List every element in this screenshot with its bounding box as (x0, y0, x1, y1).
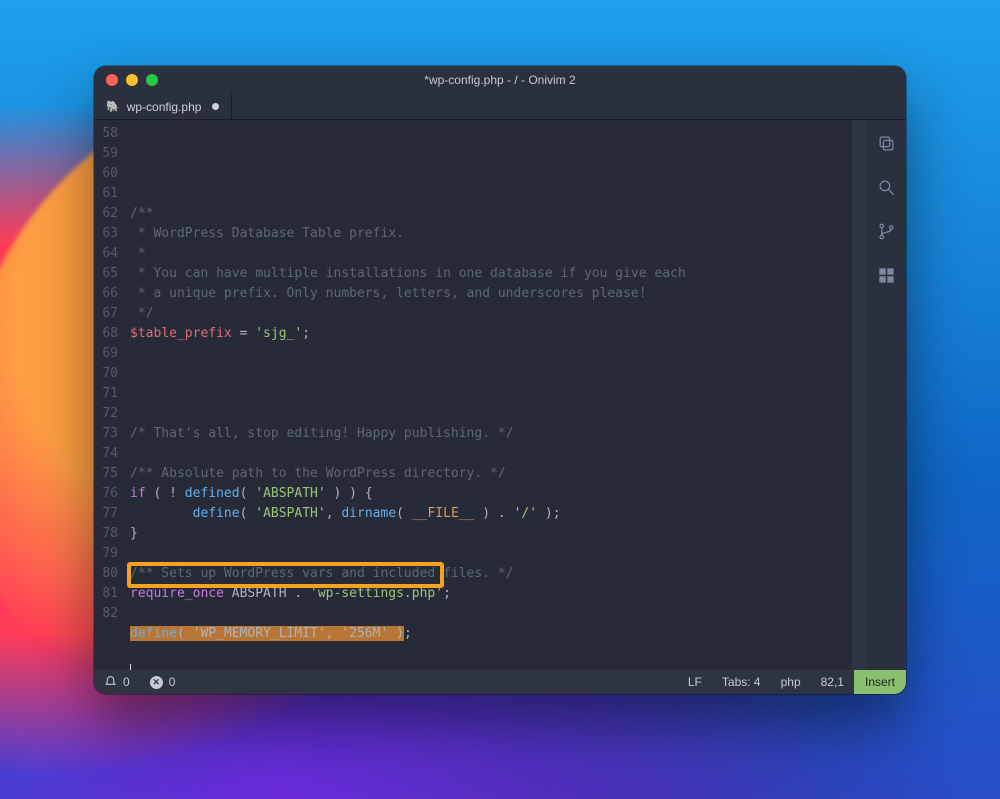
code-line[interactable]: define( 'ABSPATH', dirname( __FILE__ ) .… (130, 504, 852, 524)
titlebar[interactable]: *wp-config.php - / - Onivim 2 (94, 66, 906, 94)
status-errors[interactable]: ✕ 0 (140, 675, 186, 689)
code-line[interactable]: */ (130, 304, 852, 324)
tab-label: wp-config.php (127, 100, 202, 114)
search-icon[interactable] (877, 178, 896, 202)
code-line[interactable]: require_once ABSPATH . 'wp-settings.php'… (130, 584, 852, 604)
code-line[interactable]: * (130, 244, 852, 264)
bell-count: 0 (123, 675, 130, 689)
code-line[interactable] (130, 604, 852, 624)
code-line[interactable] (130, 404, 852, 424)
code-line[interactable] (130, 644, 852, 664)
code-line[interactable] (130, 184, 852, 204)
maximize-button[interactable] (146, 74, 158, 86)
code-line[interactable]: /** Absolute path to the WordPress direc… (130, 464, 852, 484)
code-line[interactable] (130, 544, 852, 564)
minimize-button[interactable] (126, 74, 138, 86)
code-line[interactable] (130, 664, 852, 670)
code-line[interactable]: } (130, 524, 852, 544)
bell-icon (104, 674, 117, 690)
error-count: 0 (169, 675, 176, 689)
code-line[interactable] (130, 364, 852, 384)
php-filetype-icon: 🐘 (106, 100, 120, 113)
code-line[interactable]: * WordPress Database Table prefix. (130, 224, 852, 244)
status-tabs[interactable]: Tabs: 4 (712, 675, 771, 689)
window-title: *wp-config.php - / - Onivim 2 (94, 73, 906, 87)
code-line[interactable]: if ( ! defined( 'ABSPATH' ) ) { (130, 484, 852, 504)
line-number-gutter: 5859606162636465666768697071727374757677… (94, 120, 124, 670)
editor-area[interactable]: 5859606162636465666768697071727374757677… (94, 120, 866, 670)
activity-bar (866, 120, 906, 670)
code-line[interactable]: /** (130, 204, 852, 224)
tab-wp-config[interactable]: 🐘 wp-config.php (94, 94, 232, 119)
code-content[interactable]: /** * WordPress Database Table prefix. *… (124, 120, 852, 670)
branch-icon[interactable] (877, 222, 896, 246)
tab-modified-indicator (212, 103, 219, 110)
status-position[interactable]: 82,1 (811, 675, 854, 689)
code-line[interactable]: * a unique prefix. Only numbers, letters… (130, 284, 852, 304)
error-icon: ✕ (150, 676, 163, 689)
window-controls (94, 74, 158, 86)
code-line[interactable] (130, 344, 852, 364)
desktop-wallpaper: *wp-config.php - / - Onivim 2 🐘 wp-confi… (0, 0, 1000, 799)
code-line[interactable] (130, 384, 852, 404)
status-notifications[interactable]: 0 (94, 674, 140, 690)
status-language[interactable]: php (771, 675, 811, 689)
code-line[interactable]: $table_prefix = 'sjg_'; (130, 324, 852, 344)
code-line[interactable]: /** Sets up WordPress vars and included … (130, 564, 852, 584)
status-mode[interactable]: Insert (854, 670, 906, 694)
code-line[interactable] (130, 444, 852, 464)
status-line-ending[interactable]: LF (678, 675, 712, 689)
code-line[interactable]: * You can have multiple installations in… (130, 264, 852, 284)
code-line[interactable]: /* That's all, stop editing! Happy publi… (130, 424, 852, 444)
scrollbar-track[interactable] (852, 120, 866, 670)
code-line[interactable]: define( 'WP_MEMORY_LIMIT', '256M' ); (130, 624, 852, 644)
grid-icon[interactable] (877, 266, 896, 290)
copy-icon[interactable] (877, 134, 896, 158)
status-bar: 0 ✕ 0 LF Tabs: 4 php 82,1 Insert (94, 670, 906, 694)
editor-window: *wp-config.php - / - Onivim 2 🐘 wp-confi… (94, 66, 906, 694)
tab-bar[interactable]: 🐘 wp-config.php (94, 94, 906, 120)
close-button[interactable] (106, 74, 118, 86)
